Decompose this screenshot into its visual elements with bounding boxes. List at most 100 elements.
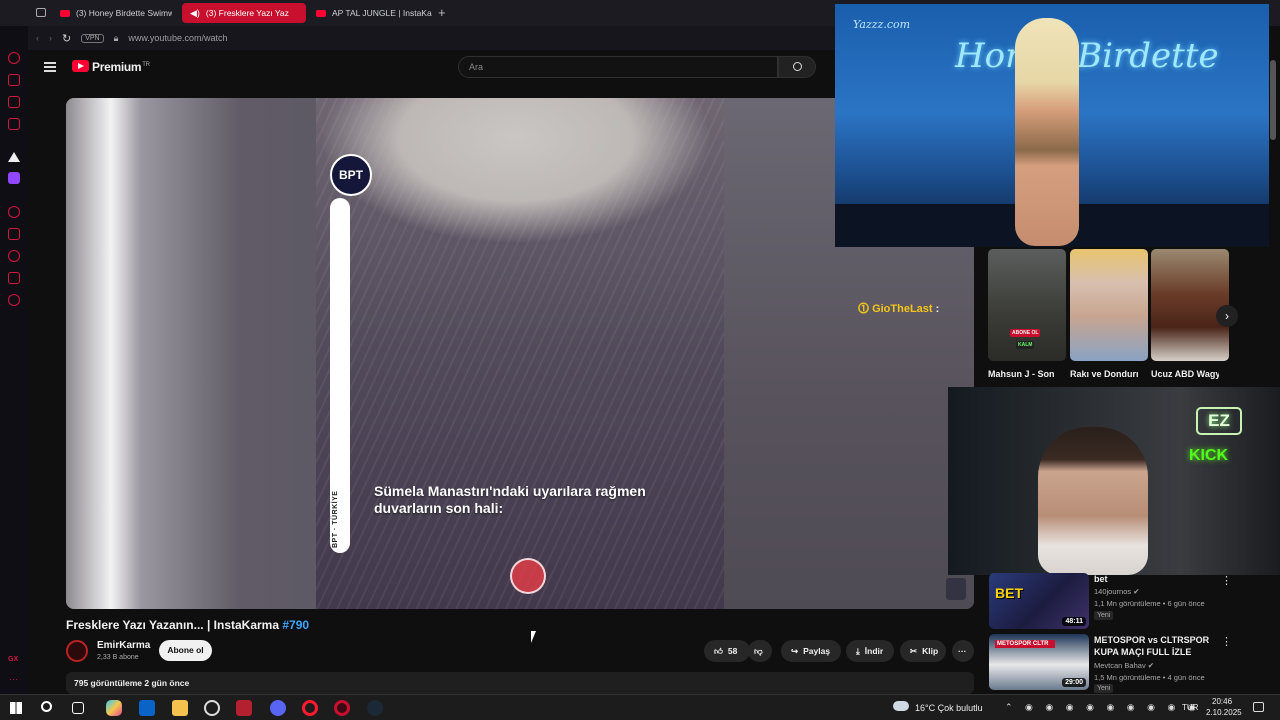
scrollbar[interactable] [1270, 60, 1276, 140]
youtube-brand[interactable]: PremiumTR [92, 60, 150, 74]
clock-date[interactable]: 2.10.2025 [1206, 708, 1242, 717]
vpn-badge[interactable]: VPN [81, 33, 104, 43]
shorts-strip: ABONE OL KALM › Mahsun J - Son Kina Rakı… [974, 247, 1280, 387]
badge-icon: ⓵ [858, 303, 869, 315]
duration-badge: 48:11 [1062, 617, 1086, 626]
clock-time[interactable]: 20:46 [1212, 697, 1232, 706]
clock-icon[interactable] [8, 250, 20, 262]
short-thumbnail[interactable] [1151, 249, 1229, 361]
language-indicator[interactable]: TUR [1182, 703, 1198, 712]
weather-icon[interactable] [893, 701, 909, 711]
tab-fresklere[interactable]: ◀) (3) Fresklere Yazı Yaz [182, 3, 306, 23]
dislike-button[interactable]: 👎︎ [748, 640, 772, 662]
video-title[interactable]: METOSPOR vs CLTRSPOR KUPA MAÇI FULL İZLE [1094, 634, 1214, 658]
lock-icon: 🔒︎ [113, 32, 119, 43]
blurred-background-left [66, 98, 316, 609]
steam-icon[interactable] [367, 700, 383, 716]
channel-avatar[interactable] [66, 640, 88, 662]
youtube-favicon-icon [60, 9, 70, 17]
next-arrow-icon[interactable]: › [1216, 305, 1238, 327]
short-title[interactable]: Ucuz ABD Wagyu Et [1151, 369, 1219, 379]
url-field[interactable]: www.youtube.com/watch [128, 33, 227, 43]
clip-button[interactable]: ✂ Klip [900, 640, 946, 662]
tab-title: AP TAL JUNGLE | InstaKa [332, 8, 432, 18]
channel-name[interactable]: EmirKarma [97, 640, 150, 651]
opera-icon[interactable] [302, 700, 318, 716]
windows-taskbar: 16°C Çok bulutlu ⌃ ◉ ◉ ◉ ◉ ◉ ◉ ◉ ◉ ◉ TUR… [0, 694, 1280, 720]
search-button[interactable] [778, 56, 816, 78]
tab-title: (3) Honey Birdette Swimw [76, 8, 172, 18]
thumbnail-text: BET [995, 585, 1023, 601]
weather-text[interactable]: 16°C Çok bulutlu [915, 703, 983, 713]
share-button[interactable]: ↪ Paylaş [781, 640, 841, 662]
channel-name[interactable]: Mevtcan Bahav ✔ [1094, 660, 1154, 671]
wallet-icon[interactable] [8, 96, 20, 108]
video-meta: 1,1 Mn görüntüleme • 6 gün önce [1094, 599, 1205, 608]
back-icon[interactable]: ‹ [36, 33, 39, 43]
video-meta: 1,5 Mn görüntüleme • 4 gün önce [1094, 673, 1205, 682]
tab-honey-birdette[interactable]: (3) Honey Birdette Swimw [52, 3, 172, 23]
short-thumbnail[interactable] [1070, 249, 1148, 361]
speedometer-icon[interactable] [204, 700, 220, 716]
hashtag-link[interactable]: #790 [282, 618, 309, 632]
download-button[interactable]: ⤓ İndir [846, 640, 894, 662]
description-box[interactable]: 795 görüntüleme 2 gün önce [66, 672, 974, 694]
bookmark-icon[interactable] [8, 228, 20, 240]
overlay-watermark: Yazzz.com [853, 18, 911, 31]
new-badge: Yeni [1094, 684, 1114, 693]
menu-icon[interactable] [44, 62, 56, 72]
new-badge: Yeni [1094, 611, 1114, 620]
video-editor-icon[interactable] [236, 700, 252, 716]
windows-start-icon[interactable] [10, 702, 22, 714]
calm-badge: KALM [1016, 341, 1035, 349]
subscribe-button[interactable]: Abone ol [159, 640, 212, 661]
youtube-logo-icon[interactable] [72, 60, 89, 72]
arrow-icon[interactable] [8, 150, 20, 162]
gx-icon[interactable]: GX [8, 656, 18, 663]
copilot-icon[interactable] [106, 700, 122, 716]
video-thumbnail[interactable]: METOSPOR CLTR 29:00 [989, 634, 1089, 690]
forward-icon[interactable]: › [49, 33, 52, 43]
more-icon[interactable]: ··· [9, 674, 18, 684]
more-options-icon[interactable]: ⋮ [1221, 635, 1232, 648]
video-caption: Sümela Manastırı'ndaki uyarılara rağmen … [374, 483, 646, 516]
player-icon[interactable] [8, 206, 20, 218]
extensions-icon[interactable] [8, 272, 20, 284]
search-icon[interactable] [41, 701, 52, 712]
short-thumbnail[interactable]: ABONE OL KALM [988, 249, 1066, 361]
search-input[interactable]: Ara [458, 56, 778, 78]
reload-icon[interactable]: ↻ [62, 32, 71, 45]
mini-thumbnail-icon [946, 578, 966, 600]
bag-icon[interactable] [8, 74, 20, 86]
new-tab-icon[interactable]: + [438, 5, 446, 20]
more-actions-button[interactable]: ··· [952, 640, 974, 662]
short-title[interactable]: Rakı ve Dondurma? [1070, 369, 1138, 379]
scissors-icon: ✂ [910, 645, 918, 656]
twitch-icon[interactable] [8, 172, 20, 184]
video-title: Fresklere Yazı Yazanın... | InstaKarma #… [66, 618, 310, 632]
outlook-icon[interactable] [139, 700, 155, 716]
duration-badge: 29:00 [1062, 678, 1086, 687]
settings-icon[interactable] [8, 294, 20, 306]
tab-ap-tal-jungle[interactable]: AP TAL JUNGLE | InstaKa [308, 3, 432, 23]
more-options-icon[interactable]: ⋮ [1221, 574, 1232, 587]
speaker-icon[interactable]: ◀) [190, 8, 200, 19]
history-icon[interactable] [8, 52, 20, 64]
subscriber-count: 2,33 B abone [97, 654, 139, 661]
short-title[interactable]: Mahsun J - Son Kina [988, 369, 1056, 379]
thumbs-down-icon: 👎︎ [754, 645, 763, 656]
video-title[interactable]: bet [1094, 573, 1108, 585]
address-bar: ‹ › ↻ VPN 🔒︎ www.youtube.com/watch [28, 26, 838, 50]
gmail-icon[interactable] [8, 118, 20, 130]
like-button[interactable]: 👍︎ 58 [704, 640, 750, 662]
file-explorer-icon[interactable] [172, 700, 188, 716]
opera-gx-icon[interactable] [334, 700, 350, 716]
discord-icon[interactable] [270, 700, 286, 716]
tab-overview-icon[interactable] [36, 8, 46, 17]
tray-icons[interactable]: ⌃ ◉ ◉ ◉ ◉ ◉ ◉ ◉ ◉ ◉ [1005, 702, 1201, 713]
video-thumbnail[interactable]: BET 48:11 [989, 573, 1089, 629]
channel-name[interactable]: 140journos ✔ [1094, 586, 1140, 597]
notifications-icon[interactable] [1253, 702, 1264, 712]
task-view-icon[interactable] [72, 702, 84, 714]
youtube-favicon-icon [316, 9, 326, 17]
